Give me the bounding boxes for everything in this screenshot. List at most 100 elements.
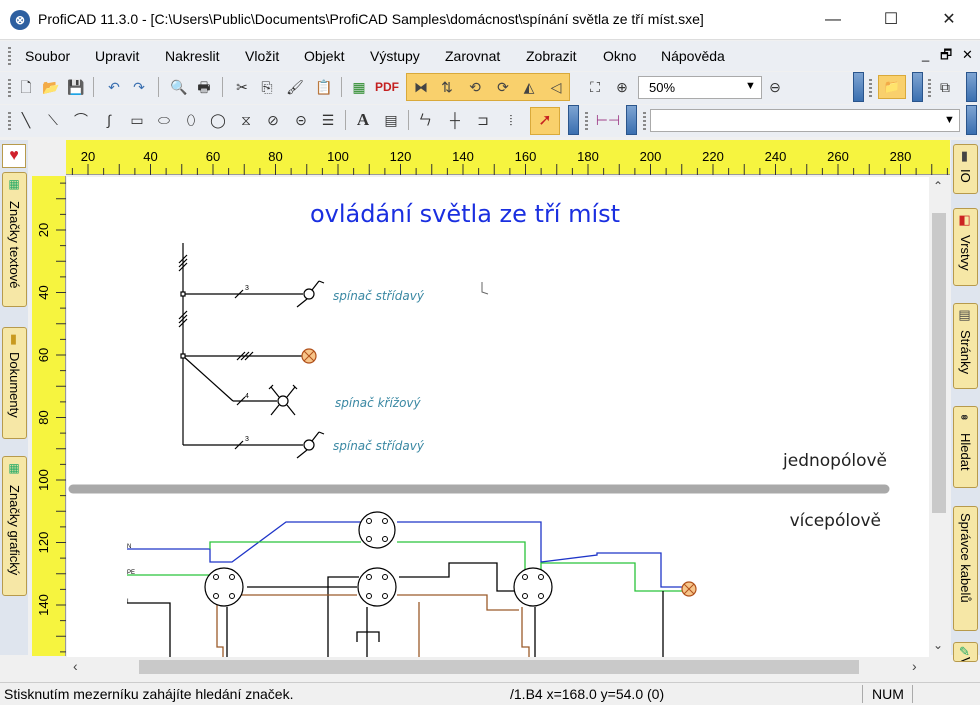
menu-objekt[interactable]: Objekt [304, 48, 344, 64]
terminal-tool-icon[interactable]: ⊐ [472, 109, 494, 131]
toolbar-overflow-button[interactable] [568, 105, 579, 135]
mdi-close-button[interactable]: ✕ [962, 47, 973, 63]
rectangle-tool-icon[interactable]: ▭ [126, 109, 148, 131]
scroll-left-icon[interactable]: ‹ [73, 658, 78, 674]
app-icon[interactable]: ⊗ [10, 10, 30, 30]
paste-icon[interactable]: 📋 [313, 76, 335, 98]
copy-icon[interactable]: ⎘ [256, 76, 278, 98]
tab-layers[interactable]: ◧ Vrstvy [953, 208, 978, 286]
scroll-right-icon[interactable]: › [912, 658, 917, 674]
tab-io[interactable]: ▮ IO [953, 144, 978, 194]
layer-select[interactable]: ▼ [650, 109, 960, 132]
maximize-button[interactable]: ☐ [862, 0, 920, 40]
minimize-button[interactable]: — [804, 0, 862, 40]
flip-horizontal-icon[interactable]: ⧓ [410, 76, 432, 98]
toolbar-grip[interactable] [8, 112, 11, 130]
hatch-tool-icon[interactable]: ⊘ [262, 109, 284, 131]
export-image-icon[interactable]: ▦ [348, 76, 370, 98]
tab-documents[interactable]: ▮ Dokumenty [2, 327, 27, 439]
toolbar-grip[interactable] [8, 79, 11, 97]
mdi-minimize-button[interactable]: _ [922, 47, 929, 62]
toolbar-grip[interactable] [643, 112, 646, 130]
mdi-restore-button[interactable]: 🗗 [940, 46, 952, 68]
vertical-scroll-thumb[interactable] [932, 213, 946, 513]
toolbar-overflow-button[interactable] [912, 72, 923, 102]
folder-icon[interactable]: 📁 [878, 75, 906, 99]
horizontal-scroll-thumb[interactable] [139, 660, 859, 674]
zoom-fit-icon[interactable]: ⛶ [584, 76, 606, 98]
menu-napoveda[interactable]: Nápověda [661, 48, 725, 64]
format-painter-icon[interactable]: 🖌 [284, 76, 306, 98]
toolbar-overflow-button[interactable] [853, 72, 864, 102]
close-button[interactable]: ✕ [920, 0, 978, 40]
toolbar-grip[interactable] [585, 112, 588, 130]
favorites-icon[interactable]: ♥ [2, 144, 26, 168]
drawing-canvas[interactable]: ovládání světla ze tří míst 3 4 3 spínač… [67, 177, 929, 657]
tab-more[interactable]: ✎ V [953, 642, 978, 662]
tab-text-symbols[interactable]: ▦ Značky textové [2, 172, 27, 307]
tab-cable-manager[interactable]: Správce kabelů [953, 506, 978, 631]
zoom-select[interactable]: 50% ▼ [638, 76, 762, 99]
scroll-down-icon[interactable]: ⌄ [933, 638, 943, 652]
schematic-drawing[interactable]: ovládání světla ze tří míst 3 4 3 spínač… [67, 177, 929, 657]
arc-tool-icon[interactable]: ⌒ [70, 109, 92, 131]
io-icon: ▮ [958, 149, 973, 164]
open-folder-icon[interactable]: 📂 [40, 76, 62, 98]
menu-grip[interactable] [8, 47, 11, 65]
line-tool-icon[interactable]: ╲ [15, 109, 37, 131]
ruler-label: 280 [890, 149, 912, 164]
menu-zarovnat[interactable]: Zarovnat [445, 48, 500, 64]
scroll-up-icon[interactable]: ⌃ [933, 179, 943, 193]
measure-tool-icon[interactable]: ⊢⊣ [595, 109, 621, 131]
redo-icon[interactable]: ↷ [128, 76, 150, 98]
wire-tool-icon[interactable]: ㄣ [414, 109, 436, 131]
tab-pages[interactable]: ▤ Stránky [953, 303, 978, 389]
toolbar-overflow-button[interactable] [626, 105, 637, 135]
undo-icon[interactable]: ↶ [103, 76, 125, 98]
rotate-right-icon[interactable]: ⟳ [492, 76, 514, 98]
circle-tool-icon[interactable]: ◯ [207, 109, 229, 131]
print-preview-icon[interactable]: 🔍 [168, 76, 190, 98]
ellipse-alt-tool-icon[interactable]: ⬯ [180, 109, 202, 131]
toolbar-overflow-button[interactable] [966, 72, 977, 102]
menu-upravit[interactable]: Upravit [95, 48, 139, 64]
print-icon[interactable]: 🖶 [193, 76, 215, 98]
vertical-scrollbar[interactable]: ⌃ ⌄ [929, 177, 949, 657]
menu-soubor[interactable]: Soubor [25, 48, 70, 64]
hourglass-tool-icon[interactable]: ⧖ [235, 109, 257, 131]
tab-search[interactable]: ⚭ Hledat [953, 406, 978, 488]
page-icon[interactable]: ⧉ [934, 76, 956, 98]
horizontal-ruler: 20 40 60 80 100 120 140 160 180 200 220 240 260 280 [66, 140, 950, 175]
mirror-icon[interactable]: ◭ [518, 76, 540, 98]
save-icon[interactable]: 💾 [65, 76, 87, 98]
paragraph-tool-icon[interactable]: ▤ [380, 109, 402, 131]
horizontal-scrollbar[interactable]: ‹ › [67, 657, 929, 677]
rotate-left-icon[interactable]: ⟲ [464, 76, 486, 98]
tab-label: Stránky [958, 330, 973, 375]
cable-tool-icon[interactable]: ⦙ [500, 109, 522, 131]
text-tool-icon[interactable]: A [352, 109, 374, 131]
dimension-tool-icon[interactable]: ⊝ [290, 109, 312, 131]
menu-zobrazit[interactable]: Zobrazit [526, 48, 577, 64]
menu-nakreslit[interactable]: Nakreslit [165, 48, 219, 64]
tab-graphic-symbols[interactable]: ▦ Značky grafický [2, 456, 27, 596]
junction-tool-icon[interactable]: ┼ [444, 109, 466, 131]
menu-vlozit[interactable]: Vložit [245, 48, 279, 64]
toolbar-grip[interactable] [928, 79, 931, 97]
menu-okno[interactable]: Okno [603, 48, 636, 64]
zoom-in-icon[interactable]: ⊕ [611, 76, 633, 98]
toolbar-overflow-button[interactable] [966, 105, 977, 135]
list-tool-icon[interactable]: ☰ [317, 109, 339, 131]
menu-vystupy[interactable]: Výstupy [370, 48, 420, 64]
cut-icon[interactable]: ✂ [231, 76, 253, 98]
export-pdf-button[interactable]: PDF [373, 76, 401, 98]
ellipse-tool-icon[interactable]: ⬭ [153, 109, 175, 131]
new-file-icon[interactable]: 🗋 [15, 76, 37, 98]
zoom-out-icon[interactable]: ⊖ [764, 76, 786, 98]
polyline-tool-icon[interactable]: ⟍ [42, 109, 64, 131]
flip-vertical-icon[interactable]: ⇅ [436, 76, 458, 98]
toolbar-grip[interactable] [869, 79, 872, 97]
select-arrow-icon[interactable]: ➚ [530, 107, 560, 135]
bezier-tool-icon[interactable]: ∫ [98, 109, 120, 131]
mirror-left-icon[interactable]: ◁ [545, 76, 567, 98]
